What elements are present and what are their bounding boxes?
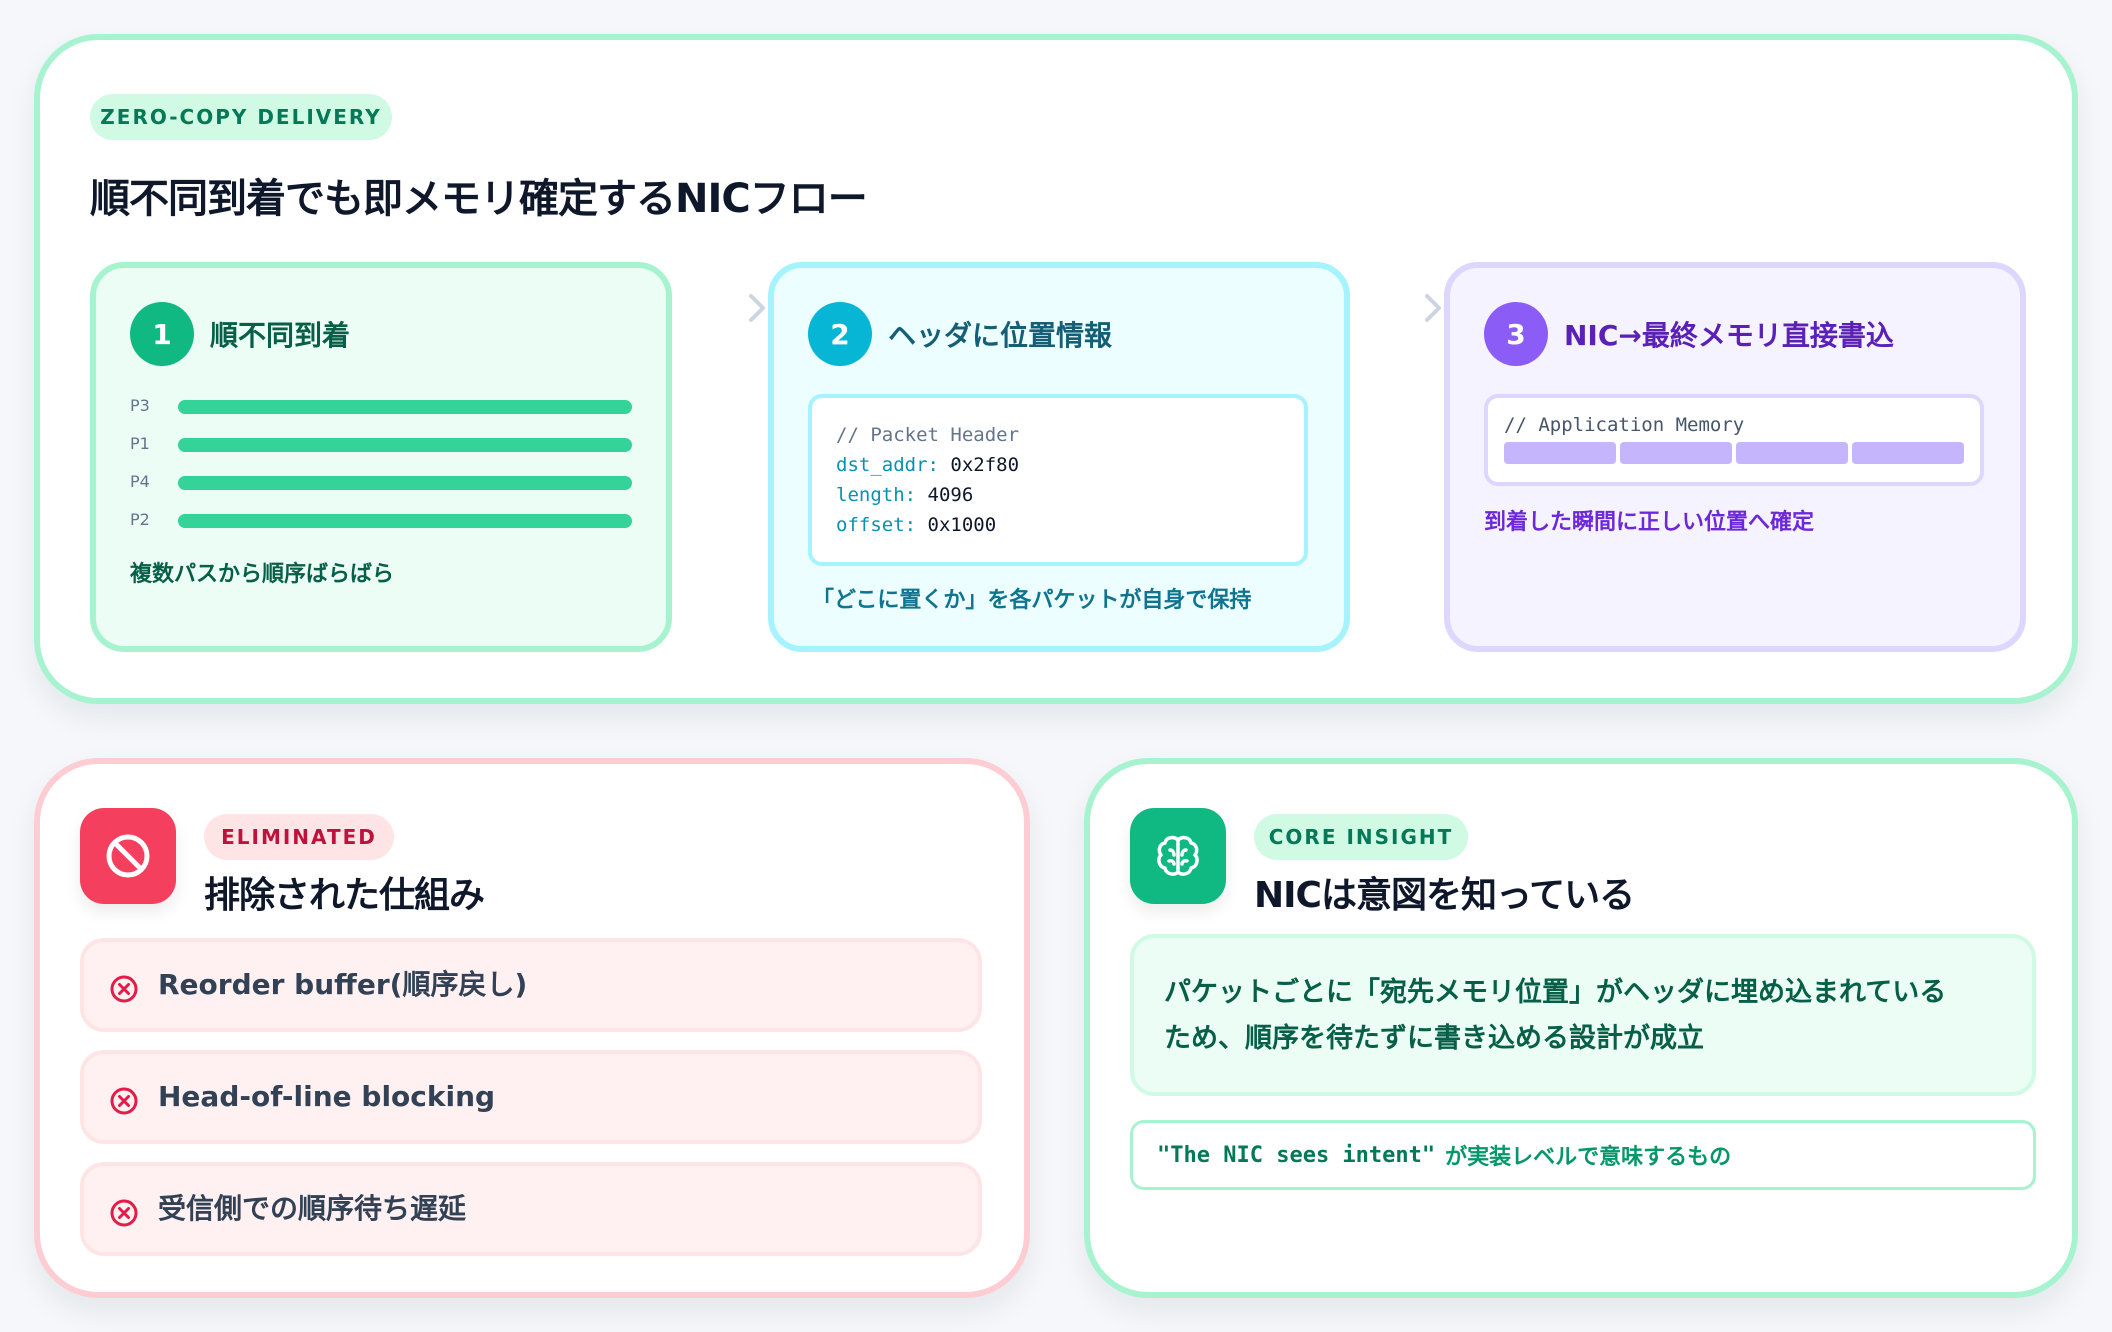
packet-label: P1 xyxy=(130,434,150,453)
packet-bar xyxy=(178,400,632,414)
zero-copy-flow-panel: ZERO-COPY DELIVERY 順不同到着でも即メモリ確定するNICフロー… xyxy=(34,34,2078,704)
packet-label: P4 xyxy=(130,472,150,491)
intent-quote: "The NIC sees intent" が実装レベルで意味するもの xyxy=(1130,1120,2036,1190)
memory-slot xyxy=(1620,442,1732,464)
code-comment: // Packet Header xyxy=(836,424,1020,446)
step-note-3: 到着した瞬間に正しい位置へ確定 xyxy=(1484,510,1815,535)
eliminated-item: 受信側での順序待ち遅延 xyxy=(80,1162,982,1256)
step-number-1: 1 xyxy=(130,302,194,366)
packet-row: P1 xyxy=(130,432,640,456)
packet-bar xyxy=(178,514,632,528)
packet-row: P3 xyxy=(130,394,640,418)
packet-row: P4 xyxy=(130,470,640,494)
memory-slot xyxy=(1852,442,1964,464)
memory-slot xyxy=(1736,442,1848,464)
x-circle-icon xyxy=(110,1199,138,1227)
step-number-2: 2 xyxy=(808,302,872,366)
step-note-2: 「どこに置くか」を各パケットが自身で保持 xyxy=(812,588,1252,613)
eliminated-item-text: Reorder buffer(順序戻し) xyxy=(158,968,528,1001)
brain-icon xyxy=(1130,808,1226,904)
code-key: offset: xyxy=(836,514,917,536)
code-value: 0x1000 xyxy=(927,514,997,536)
eliminated-title: 排除された仕組み xyxy=(204,875,485,916)
packet-header-code: // Packet Header dst_addr: 0x2f80 length… xyxy=(808,394,1308,566)
packet-label: P2 xyxy=(130,510,150,529)
ban-icon xyxy=(80,808,176,904)
core-insight-badge: CORE INSIGHT xyxy=(1254,814,1468,860)
eliminated-item: Reorder buffer(順序戻し) xyxy=(80,938,982,1032)
quote-japanese: が実装レベルで意味するもの xyxy=(1445,1145,1732,1170)
step-title-3: NIC→最終メモリ直接書込 xyxy=(1564,319,1894,352)
code-line-dst-addr: dst_addr: 0x2f80 xyxy=(836,450,1280,480)
code-value: 4096 xyxy=(927,484,974,506)
insight-body: パケットごとに「宛先メモリ位置」がヘッダに埋め込まれている ため、順序を待たずに… xyxy=(1130,934,2036,1096)
packet-bar xyxy=(178,476,632,490)
insight-line: パケットごとに「宛先メモリ位置」がヘッダに埋め込まれている xyxy=(1164,977,1947,1008)
step-title-1: 順不同到着 xyxy=(210,319,351,352)
step-card-1: 1 順不同到着 P3 P1 P4 P2 複数パスから順序ばらばら xyxy=(90,262,672,652)
memory-slot xyxy=(1504,442,1616,464)
code-line-offset: offset: 0x1000 xyxy=(836,510,1280,540)
code-line-length: length: 4096 xyxy=(836,480,1280,510)
packet-row: P2 xyxy=(130,508,640,532)
x-circle-icon xyxy=(110,975,138,1003)
code-value: 0x2f80 xyxy=(950,454,1020,476)
packet-bar xyxy=(178,438,632,452)
step-note-1: 複数パスから順序ばらばら xyxy=(130,562,395,587)
step-card-3: 3 NIC→最終メモリ直接書込 // Application Memory 到着… xyxy=(1444,262,2026,652)
packet-label: P3 xyxy=(130,396,150,415)
eliminated-item-text: 受信側での順序待ち遅延 xyxy=(158,1192,467,1225)
insight-line: ため、順序を待たずに書き込める設計が成立 xyxy=(1164,1023,1704,1054)
page-title: 順不同到着でも即メモリ確定するNICフロー xyxy=(90,176,868,222)
core-insight-title: NICは意図を知っている xyxy=(1254,875,1635,916)
step-number-3: 3 xyxy=(1484,302,1548,366)
memory-label: // Application Memory xyxy=(1504,414,1745,436)
eliminated-badge: ELIMINATED xyxy=(204,814,394,860)
eliminated-item-text: Head-of-line blocking xyxy=(158,1080,496,1113)
memory-slots xyxy=(1504,442,1964,464)
eliminated-panel: ELIMINATED 排除された仕組み Reorder buffer(順序戻し)… xyxy=(34,758,1030,1298)
step-card-2: 2 ヘッダに位置情報 // Packet Header dst_addr: 0x… xyxy=(768,262,1350,652)
code-key: dst_addr: xyxy=(836,454,939,476)
eliminated-item: Head-of-line blocking xyxy=(80,1050,982,1144)
application-memory-box: // Application Memory xyxy=(1484,394,1984,486)
zero-copy-badge: ZERO-COPY DELIVERY xyxy=(90,94,392,140)
quote-english: "The NIC sees intent" xyxy=(1157,1142,1436,1168)
x-circle-icon xyxy=(110,1087,138,1115)
code-key: length: xyxy=(836,484,917,506)
core-insight-panel: CORE INSIGHT NICは意図を知っている パケットごとに「宛先メモリ位… xyxy=(1084,758,2078,1298)
step-title-2: ヘッダに位置情報 xyxy=(888,319,1113,352)
